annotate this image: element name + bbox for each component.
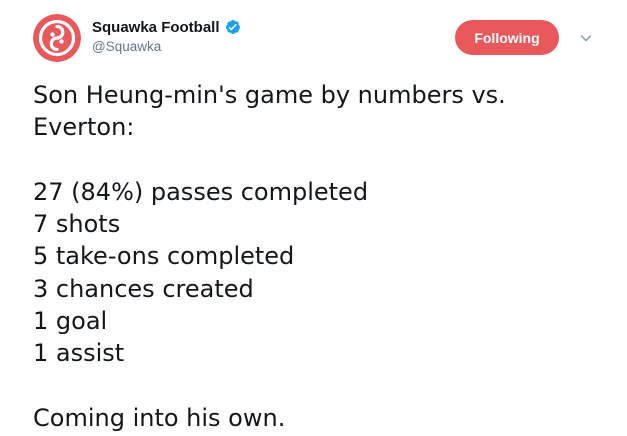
following-button[interactable]: Following	[455, 20, 559, 55]
tweet-text-line: 1 assist	[33, 339, 125, 368]
author-display-name[interactable]: Squawka Football	[92, 19, 220, 36]
tweet-text-line: Coming into his own.	[33, 403, 286, 432]
tweet-text-line: Everton:	[33, 113, 135, 142]
verified-badge-icon	[225, 19, 241, 35]
avatar[interactable]	[33, 14, 81, 62]
squawka-logo-icon	[33, 14, 81, 62]
tweet-text: Son Heung-min's game by numbers vs. Ever…	[33, 79, 603, 434]
tweet-text-line: 1 goal	[33, 307, 108, 336]
tweet-text-line: 7 shots	[33, 210, 121, 239]
author-name-row: Squawka Football	[92, 17, 241, 37]
tweet-text-line: 5 take-ons completed	[33, 242, 295, 271]
chevron-down-icon[interactable]	[578, 30, 594, 46]
author-handle[interactable]: @Squawka	[92, 39, 161, 54]
tweet-card: Squawka Football @Squawka Following Son …	[0, 0, 627, 436]
tweet-text-line: Son Heung-min's game by numbers vs.	[33, 81, 506, 109]
tweet-text-line: 27 (84%) passes completed	[33, 177, 369, 206]
tweet-text-line: 3 chances created	[33, 274, 254, 303]
